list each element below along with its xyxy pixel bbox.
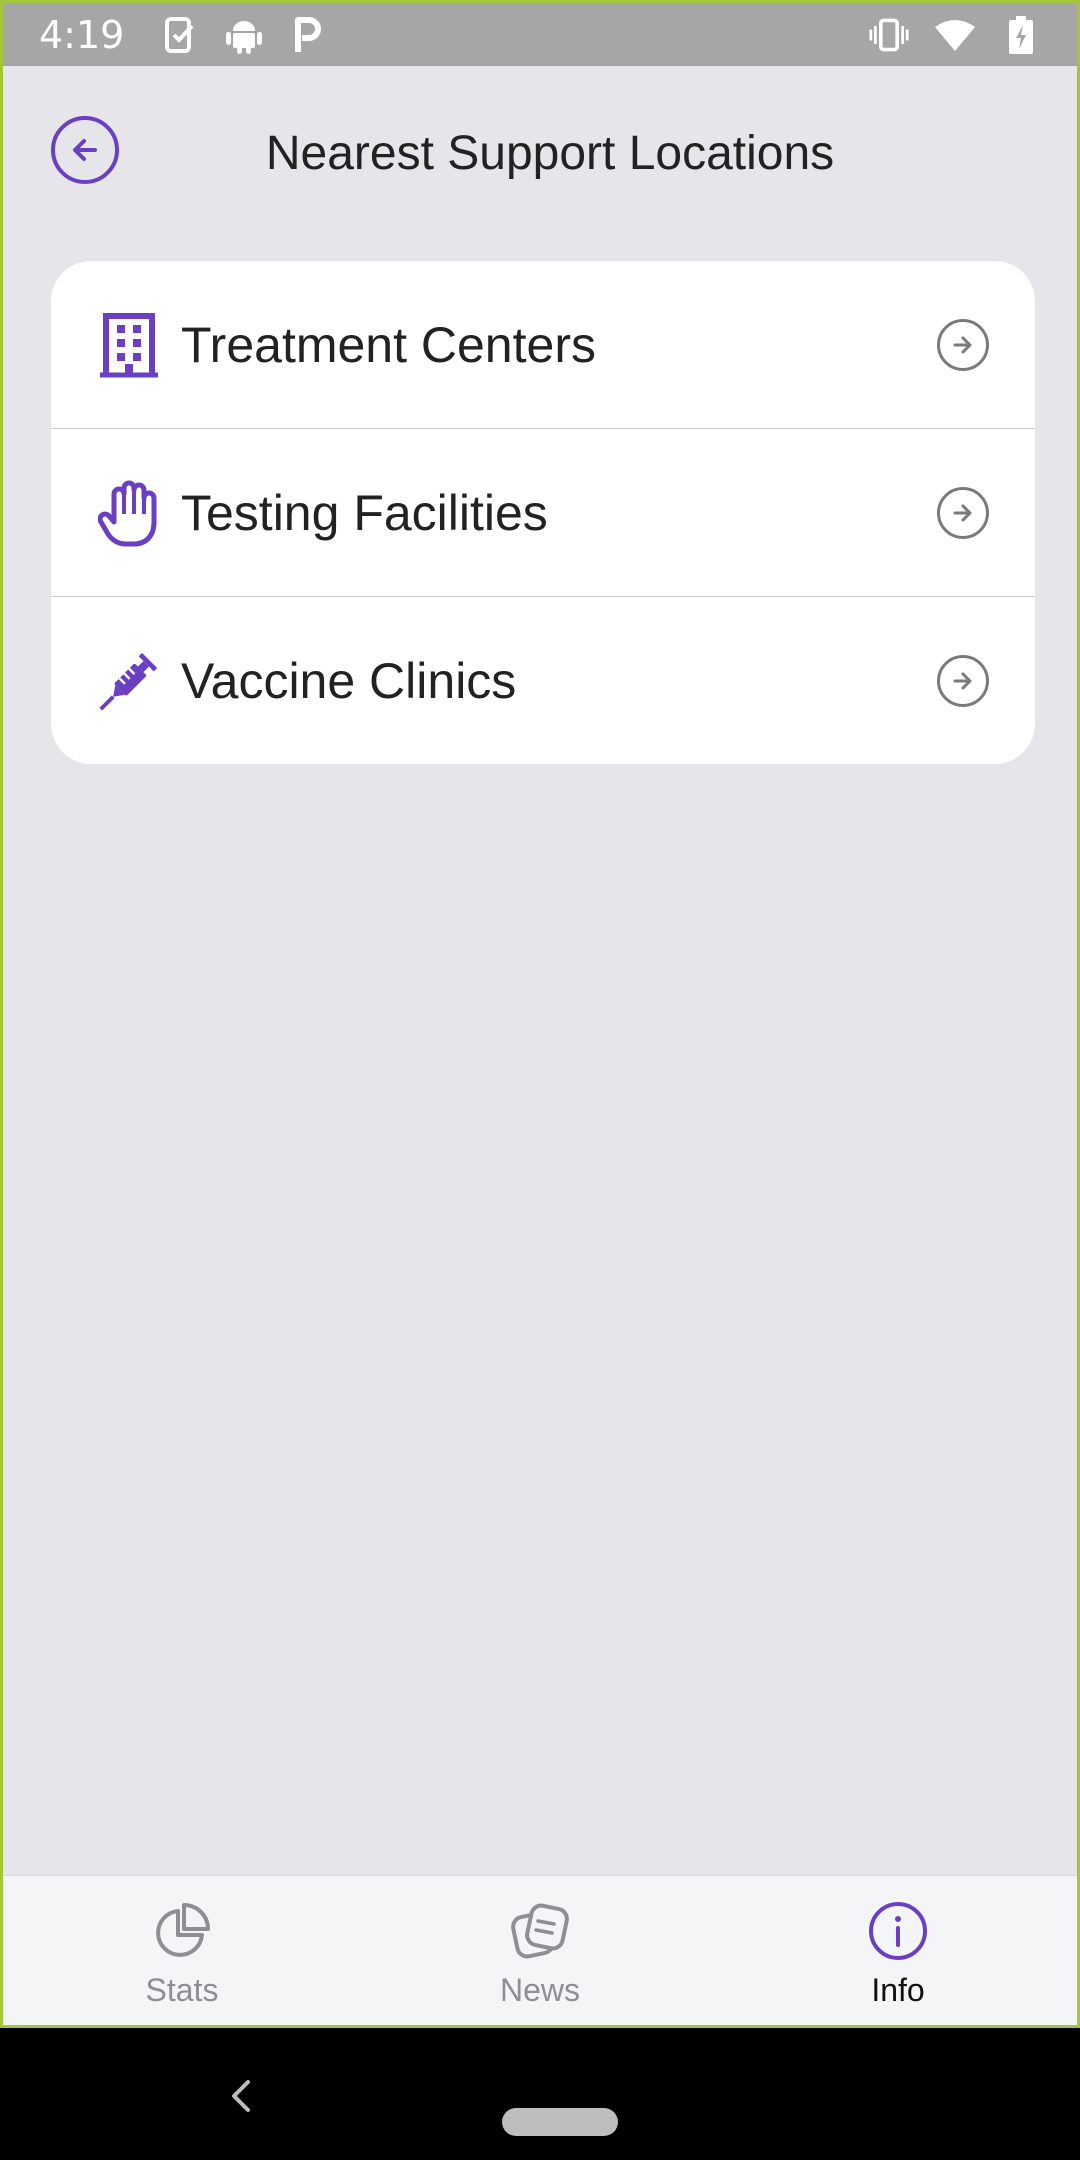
- nav-label: News: [499, 1972, 580, 2008]
- bottom-nav: Stats News Info: [3, 1875, 1077, 2025]
- nav-item-info[interactable]: Info: [719, 1876, 1077, 2025]
- arrow-right-circle-icon: [937, 318, 989, 371]
- app-screen: 4:19 Nearest Support Locations Treatment…: [0, 0, 1080, 2028]
- page-title: Nearest Support Locations: [265, 127, 835, 180]
- nav-item-news[interactable]: News: [361, 1876, 719, 2025]
- location-row-vaccine-clinics[interactable]: Vaccine Clinics: [51, 597, 1035, 764]
- syringe-icon: [95, 643, 163, 719]
- status-bar: 4:19: [3, 3, 1077, 66]
- clipboard-check-icon: [160, 15, 200, 55]
- arrow-right-circle-icon: [937, 486, 989, 539]
- arrow-right-circle-icon: [937, 655, 989, 707]
- system-nav-bar: [0, 2028, 1080, 2160]
- status-right-icons: [869, 15, 1041, 55]
- locations-card: Treatment Centers Testing Facilities Vac…: [51, 261, 1035, 764]
- system-home-pill[interactable]: [502, 2108, 618, 2136]
- info-icon: [867, 1900, 929, 1962]
- vibrate-icon: [869, 15, 909, 55]
- wifi-icon: [935, 15, 975, 55]
- battery-charging-icon: [1001, 15, 1041, 55]
- header: Nearest Support Locations: [3, 66, 1077, 236]
- location-label: Vaccine Clinics: [181, 653, 517, 709]
- parking-icon: [288, 15, 328, 55]
- hand-icon: [95, 475, 163, 551]
- news-icon: [509, 1900, 571, 1962]
- location-label: Testing Facilities: [181, 484, 548, 541]
- system-back-icon[interactable]: [220, 2068, 260, 2120]
- nav-label: Info: [871, 1972, 925, 2008]
- location-row-testing-facilities[interactable]: Testing Facilities: [51, 429, 1035, 597]
- status-left-icons: [160, 15, 328, 55]
- pie-chart-icon: [151, 1900, 213, 1962]
- location-label: Treatment Centers: [181, 316, 596, 373]
- nav-item-stats[interactable]: Stats: [3, 1876, 361, 2025]
- android-icon: [224, 15, 264, 55]
- location-row-treatment-centers[interactable]: Treatment Centers: [51, 261, 1035, 429]
- nav-label: Stats: [145, 1972, 219, 2008]
- status-time: 4:19: [39, 12, 125, 57]
- building-icon: [95, 307, 163, 383]
